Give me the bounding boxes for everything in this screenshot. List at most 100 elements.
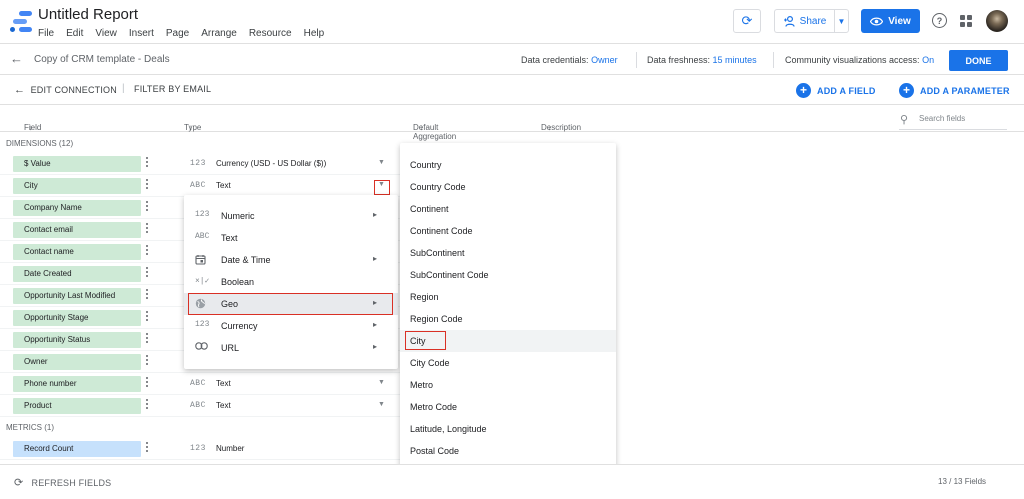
type-menu-item-text[interactable]: ABC Text <box>184 227 398 249</box>
data-source-name[interactable]: Copy of CRM template - Deals <box>34 54 170 65</box>
sort-arrow-icon: ↓ <box>419 123 424 132</box>
data-freshness-link[interactable]: 15 minutes <box>713 55 757 65</box>
geo-menu-item-country-code[interactable]: Country Code <box>400 176 616 198</box>
edit-connection-button[interactable]: ← EDIT CONNECTION <box>14 84 117 96</box>
type-dropdown-value[interactable]: Text <box>216 379 231 388</box>
back-arrow-icon[interactable]: ← <box>10 51 23 66</box>
community-access-label: Community visualizations access: <box>785 55 920 65</box>
menu-edit[interactable]: Edit <box>66 28 83 39</box>
report-title[interactable]: Untitled Report <box>38 6 138 23</box>
search-input[interactable] <box>919 114 999 123</box>
column-field[interactable]: Field ↓ <box>24 114 41 132</box>
menu-file[interactable]: File <box>38 28 54 39</box>
menu-view[interactable]: View <box>95 28 117 39</box>
geo-menu-item-country[interactable]: Country <box>400 154 616 176</box>
field-name-chip[interactable]: Opportunity Status <box>13 332 141 348</box>
sort-arrow-icon: ↓ <box>28 123 33 132</box>
geo-menu-item-continent[interactable]: Continent <box>400 198 616 220</box>
field-name-chip[interactable]: Product <box>13 398 141 414</box>
menu-page[interactable]: Page <box>166 28 189 39</box>
share-dropdown-button[interactable]: ▼ <box>834 9 849 33</box>
add-parameter-icon[interactable]: + <box>899 83 914 98</box>
add-parameter-button[interactable]: ADD A PARAMETER <box>920 86 1010 96</box>
type-menu-item-numeric[interactable]: 123 Numeric ▸ <box>184 205 398 227</box>
more-options-icon[interactable] <box>146 354 149 368</box>
field-name-chip[interactable]: Phone number <box>13 376 141 392</box>
more-options-icon[interactable] <box>146 178 149 192</box>
column-description[interactable]: Description ↓ <box>541 114 581 132</box>
geo-menu-item-region-code[interactable]: Region Code <box>400 308 616 330</box>
divider <box>773 52 774 68</box>
more-options-icon[interactable] <box>146 376 149 390</box>
type-dropdown-value[interactable]: Text <box>216 401 231 410</box>
type-menu-item-url[interactable]: URL ▸ <box>184 337 398 359</box>
field-row: Product ABC Text ▼ <box>0 395 400 417</box>
type-icon: ABC <box>190 181 206 190</box>
refresh-data-button[interactable]: ⟳ <box>733 9 761 33</box>
geo-menu-item-subcontinent[interactable]: SubContinent <box>400 242 616 264</box>
add-field-button[interactable]: ADD A FIELD <box>817 86 876 96</box>
menu-help[interactable]: Help <box>304 28 325 39</box>
more-options-icon[interactable] <box>146 332 149 346</box>
more-options-icon[interactable] <box>146 200 149 214</box>
field-name-chip[interactable]: Record Count <box>13 441 141 457</box>
help-icon[interactable]: ? <box>932 13 947 28</box>
geo-menu-item-subcontinent-code[interactable]: SubContinent Code <box>400 264 616 286</box>
more-options-icon[interactable] <box>146 244 149 258</box>
type-dropdown-value[interactable]: Currency (USD - US Dollar ($)) <box>216 159 326 168</box>
footer: ⟳ REFRESH FIELDS 13 / 13 Fields <box>0 464 1024 499</box>
data-credentials-link[interactable]: Owner <box>591 55 618 65</box>
type-dropdown-caret-icon[interactable]: ▼ <box>378 379 385 386</box>
type-dropdown-value[interactable]: Number <box>216 444 244 453</box>
field-name-chip[interactable]: Date Created <box>13 266 141 282</box>
avatar[interactable] <box>986 10 1008 32</box>
more-options-icon[interactable] <box>146 398 149 412</box>
menu-resource[interactable]: Resource <box>249 28 292 39</box>
geo-menu-item-region[interactable]: Region <box>400 286 616 308</box>
data-studio-logo[interactable] <box>10 8 32 34</box>
share-label: Share <box>799 15 827 27</box>
type-dropdown-caret-icon[interactable]: ▼ <box>378 159 385 166</box>
type-icon: ABC <box>190 379 206 388</box>
more-options-icon[interactable] <box>146 266 149 280</box>
more-options-icon[interactable] <box>146 288 149 302</box>
refresh-fields-button[interactable]: ⟳ REFRESH FIELDS <box>14 476 111 489</box>
menu-arrange[interactable]: Arrange <box>201 28 237 39</box>
field-name-chip[interactable]: $ Value <box>13 156 141 172</box>
field-name-chip[interactable]: City <box>13 178 141 194</box>
geo-menu-item-metro-code[interactable]: Metro Code <box>400 396 616 418</box>
type-menu-item-date-time[interactable]: Date & Time ▸ <box>184 249 398 271</box>
field-name-chip[interactable]: Opportunity Stage <box>13 310 141 326</box>
geo-menu-item-city-code[interactable]: City Code <box>400 352 616 374</box>
edit-connection-label: EDIT CONNECTION <box>30 85 117 95</box>
type-dropdown-caret-icon[interactable]: ▼ <box>378 401 385 408</box>
filter-by-email-button[interactable]: FILTER BY EMAIL <box>134 84 211 94</box>
geo-menu-item-continent-code[interactable]: Continent Code <box>400 220 616 242</box>
more-options-icon[interactable] <box>146 310 149 324</box>
more-options-icon[interactable] <box>146 222 149 236</box>
share-button[interactable]: Share <box>774 9 834 33</box>
done-button[interactable]: DONE <box>949 50 1008 71</box>
column-default-aggregation[interactable]: Default Aggregation ↓ <box>413 114 456 141</box>
apps-grid-icon[interactable] <box>960 15 972 27</box>
field-name-chip[interactable]: Contact name <box>13 244 141 260</box>
divider <box>636 52 637 68</box>
column-type[interactable]: Type ↓ <box>184 114 201 132</box>
field-name-chip[interactable]: Owner <box>13 354 141 370</box>
type-menu-item-currency[interactable]: 123 Currency ▸ <box>184 315 398 337</box>
community-access-link[interactable]: On <box>922 55 934 65</box>
menu-insert[interactable]: Insert <box>129 28 154 39</box>
geo-menu-item-metro[interactable]: Metro <box>400 374 616 396</box>
field-name-chip[interactable]: Contact email <box>13 222 141 238</box>
field-count: 13 / 13 Fields <box>938 477 987 486</box>
add-field-icon[interactable]: + <box>796 83 811 98</box>
geo-menu-item-latitude-longitude[interactable]: Latitude, Longitude <box>400 418 616 440</box>
view-button[interactable]: View <box>861 9 920 33</box>
more-options-icon[interactable] <box>146 441 149 455</box>
field-name-chip[interactable]: Opportunity Last Modified <box>13 288 141 304</box>
more-options-icon[interactable] <box>146 156 149 170</box>
type-menu-item-boolean[interactable]: ×|✓ Boolean <box>184 271 398 293</box>
field-name-chip[interactable]: Company Name <box>13 200 141 216</box>
geo-menu-item-postal-code[interactable]: Postal Code <box>400 440 616 462</box>
type-dropdown-value[interactable]: Text <box>216 181 231 190</box>
